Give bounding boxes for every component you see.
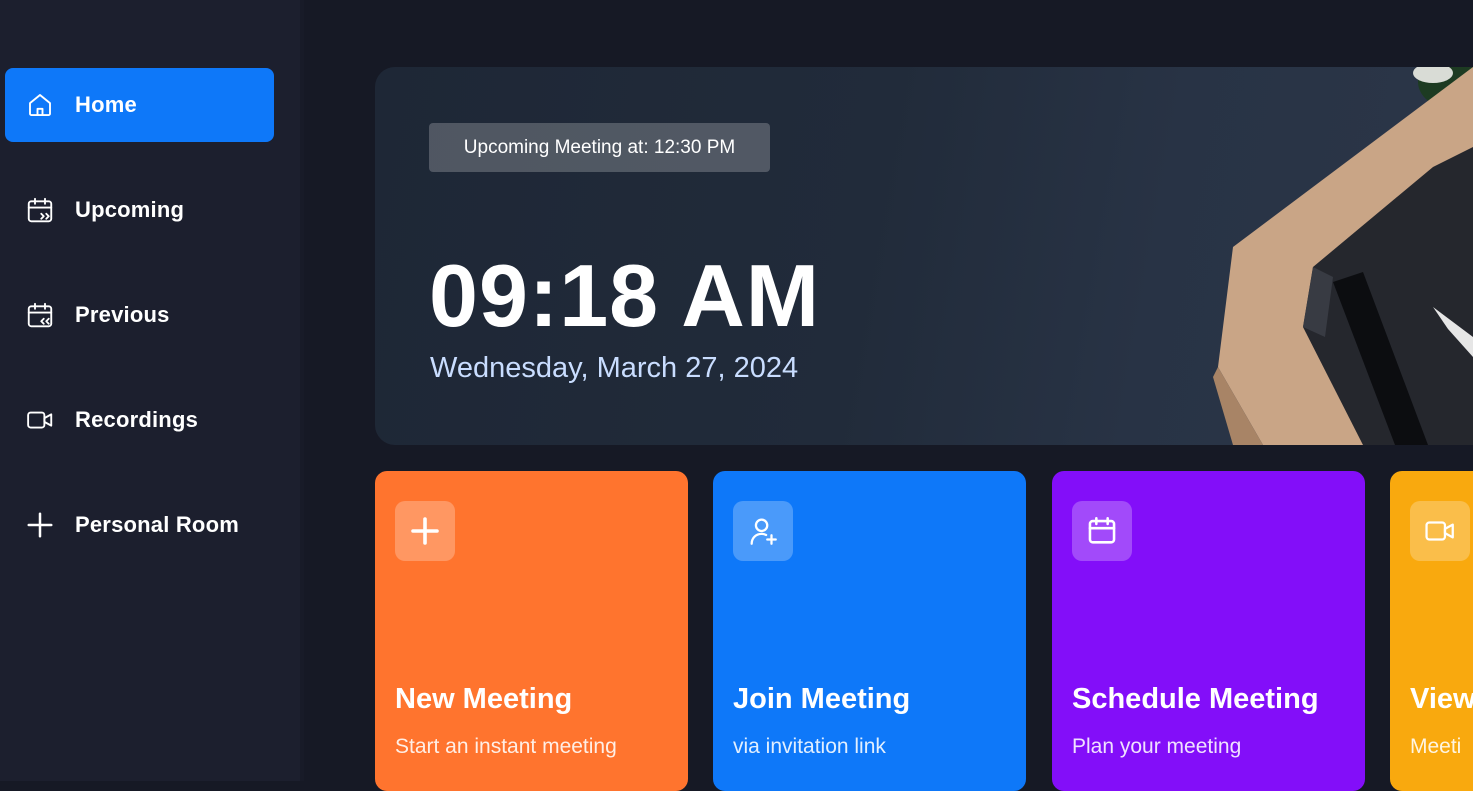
sidebar-item-label: Home — [75, 92, 137, 117]
sidebar-item-label: Personal Room — [75, 512, 239, 537]
video-icon — [25, 405, 55, 435]
card-title: Join Meeting — [733, 683, 911, 715]
card-title: View — [1410, 683, 1473, 715]
card-subtitle: Start an instant meeting — [395, 735, 617, 758]
calendar-previous-icon — [25, 300, 55, 330]
card-subtitle: via invitation link — [733, 735, 886, 758]
hero-notebook-illustration — [1213, 67, 1473, 445]
video-icon — [1410, 501, 1470, 561]
sidebar: Home Upcoming Previous Recordings Person… — [0, 0, 300, 781]
current-date: Wednesday, March 27, 2024 — [430, 352, 799, 384]
card-subtitle: Plan your meeting — [1072, 735, 1242, 758]
sidebar-item-label: Upcoming — [75, 197, 185, 222]
plus-icon — [395, 501, 455, 561]
sidebar-item-label: Previous — [75, 302, 170, 327]
card-subtitle: Meeti — [1410, 735, 1462, 758]
calendar-upcoming-icon — [25, 195, 55, 225]
new-meeting-card[interactable]: New Meeting Start an instant meeting — [375, 471, 688, 791]
sidebar-item-previous[interactable]: Previous — [5, 278, 274, 352]
home-icon — [25, 90, 55, 120]
card-title: New Meeting — [395, 683, 573, 715]
sidebar-item-recordings[interactable]: Recordings — [5, 383, 274, 457]
upcoming-meeting-badge: Upcoming Meeting at: 12:30 PM — [429, 123, 770, 172]
plus-icon — [25, 510, 55, 540]
current-time: 09:18 AM — [429, 246, 821, 345]
add-user-icon — [733, 501, 793, 561]
view-recordings-card[interactable]: View Meeti — [1390, 471, 1473, 791]
join-meeting-card[interactable]: Join Meeting via invitation link — [713, 471, 1026, 791]
sidebar-item-label: Recordings — [75, 407, 199, 432]
sidebar-item-personal-room[interactable]: Personal Room — [5, 488, 274, 562]
sidebar-item-home[interactable]: Home — [5, 68, 274, 142]
card-title: Schedule Meeting — [1072, 683, 1319, 715]
calendar-icon — [1072, 501, 1132, 561]
schedule-meeting-card[interactable]: Schedule Meeting Plan your meeting — [1052, 471, 1365, 791]
sidebar-item-upcoming[interactable]: Upcoming — [5, 173, 274, 247]
